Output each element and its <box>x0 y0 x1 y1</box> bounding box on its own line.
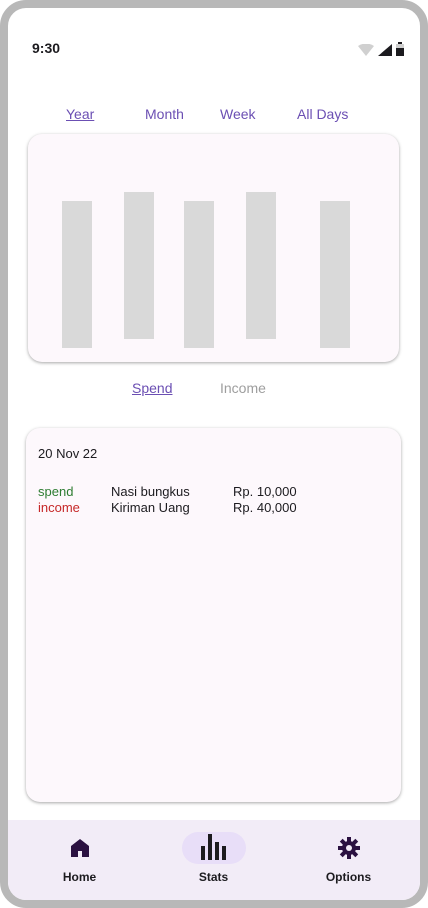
chart-bar <box>246 192 276 339</box>
status-time: 9:30 <box>32 40 61 56</box>
transaction-type: spend <box>38 484 74 499</box>
chart-bar <box>124 192 154 339</box>
wifi-icon <box>358 44 374 56</box>
chart-bar <box>184 201 214 348</box>
tab-year[interactable]: Year <box>66 106 94 122</box>
income-toggle[interactable]: Income <box>220 380 266 396</box>
transaction-description: Nasi bungkus <box>111 484 190 499</box>
transaction-date: 20 Nov 22 <box>38 446 98 461</box>
spend-toggle[interactable]: Spend <box>132 380 172 396</box>
transaction-amount: Rp. 10,000 <box>233 484 297 499</box>
transaction-amount: Rp. 40,000 <box>233 500 297 515</box>
transaction-type: income <box>38 500 80 515</box>
tab-all-days[interactable]: All Days <box>297 106 348 122</box>
phone-frame: 9:30 Year Month Week All Days Spend Inco… <box>0 0 428 908</box>
bottom-navigation: Home Stats Options <box>8 820 420 900</box>
gear-icon <box>337 837 360 859</box>
chart-bar <box>62 201 92 348</box>
transaction-description: Kiriman Uang <box>111 500 190 515</box>
list-item[interactable]: spend Nasi bungkus Rp. 10,000 <box>38 484 388 500</box>
status-bar: 9:30 <box>32 32 404 56</box>
chart-card <box>28 134 399 362</box>
chart-bar <box>320 201 350 348</box>
period-tabs: Year Month Week All Days <box>8 100 420 130</box>
nav-stats[interactable]: Stats <box>145 820 282 900</box>
nav-home[interactable]: Home <box>11 820 148 900</box>
nav-stats-label: Stats <box>198 870 229 884</box>
nav-home-label: Home <box>62 870 97 884</box>
home-icon <box>70 839 89 857</box>
nav-options[interactable]: Options <box>280 820 417 900</box>
bar-chart-icon <box>200 834 226 860</box>
signal-icon <box>378 44 392 56</box>
battery-icon <box>396 42 404 56</box>
status-icons <box>358 42 404 56</box>
tab-week[interactable]: Week <box>220 106 256 122</box>
transactions-card: 20 Nov 22 spend Nasi bungkus Rp. 10,000 … <box>26 428 401 802</box>
list-item[interactable]: income Kiriman Uang Rp. 40,000 <box>38 500 388 516</box>
nav-options-label: Options <box>325 870 372 884</box>
tab-month[interactable]: Month <box>145 106 184 122</box>
